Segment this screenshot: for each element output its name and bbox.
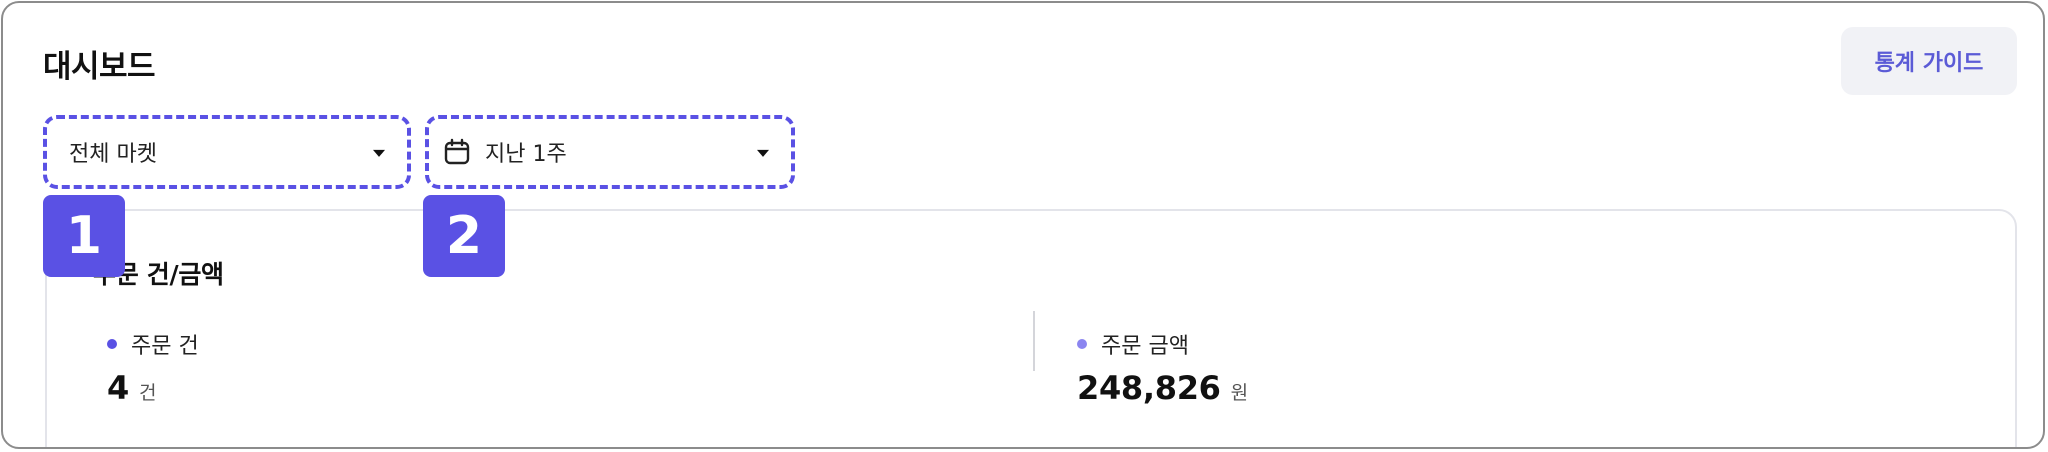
metric-value: 248,826 xyxy=(1077,369,1221,407)
market-select[interactable]: 전체 마켓 xyxy=(43,115,411,189)
step-badge-2: 2 xyxy=(423,195,505,277)
dashboard-panel: 대시보드 통계 가이드 전체 마켓 지난 1주 1 2 주문 건/금액 주문 건 xyxy=(1,1,2045,449)
period-select-value: 지난 1주 xyxy=(485,142,567,167)
market-select-value: 전체 마켓 xyxy=(69,142,157,167)
metric-divider xyxy=(1033,311,1035,371)
metric-unit: 원 xyxy=(1230,382,1249,404)
calendar-icon xyxy=(443,138,471,166)
caret-down-icon xyxy=(757,149,769,157)
step-badge-1: 1 xyxy=(43,195,125,277)
caret-down-icon xyxy=(373,149,385,157)
stats-guide-button[interactable]: 통계 가이드 xyxy=(1841,27,2017,95)
order-summary-card: 주문 건/금액 주문 건 4 건 주문 금액 248,826 원 xyxy=(45,209,2017,447)
metric-unit: 건 xyxy=(138,382,157,404)
metric-label: 주문 건 xyxy=(131,334,199,359)
metric-value: 4 xyxy=(107,369,129,407)
period-select[interactable]: 지난 1주 xyxy=(425,115,795,189)
series-dot-icon xyxy=(107,339,117,349)
metric-order-count: 주문 건 4 건 xyxy=(107,329,199,407)
page-title: 대시보드 xyxy=(43,49,156,85)
metric-label: 주문 금액 xyxy=(1101,334,1189,359)
series-dot-icon xyxy=(1077,339,1087,349)
metric-order-amount: 주문 금액 248,826 원 xyxy=(1077,329,1248,407)
